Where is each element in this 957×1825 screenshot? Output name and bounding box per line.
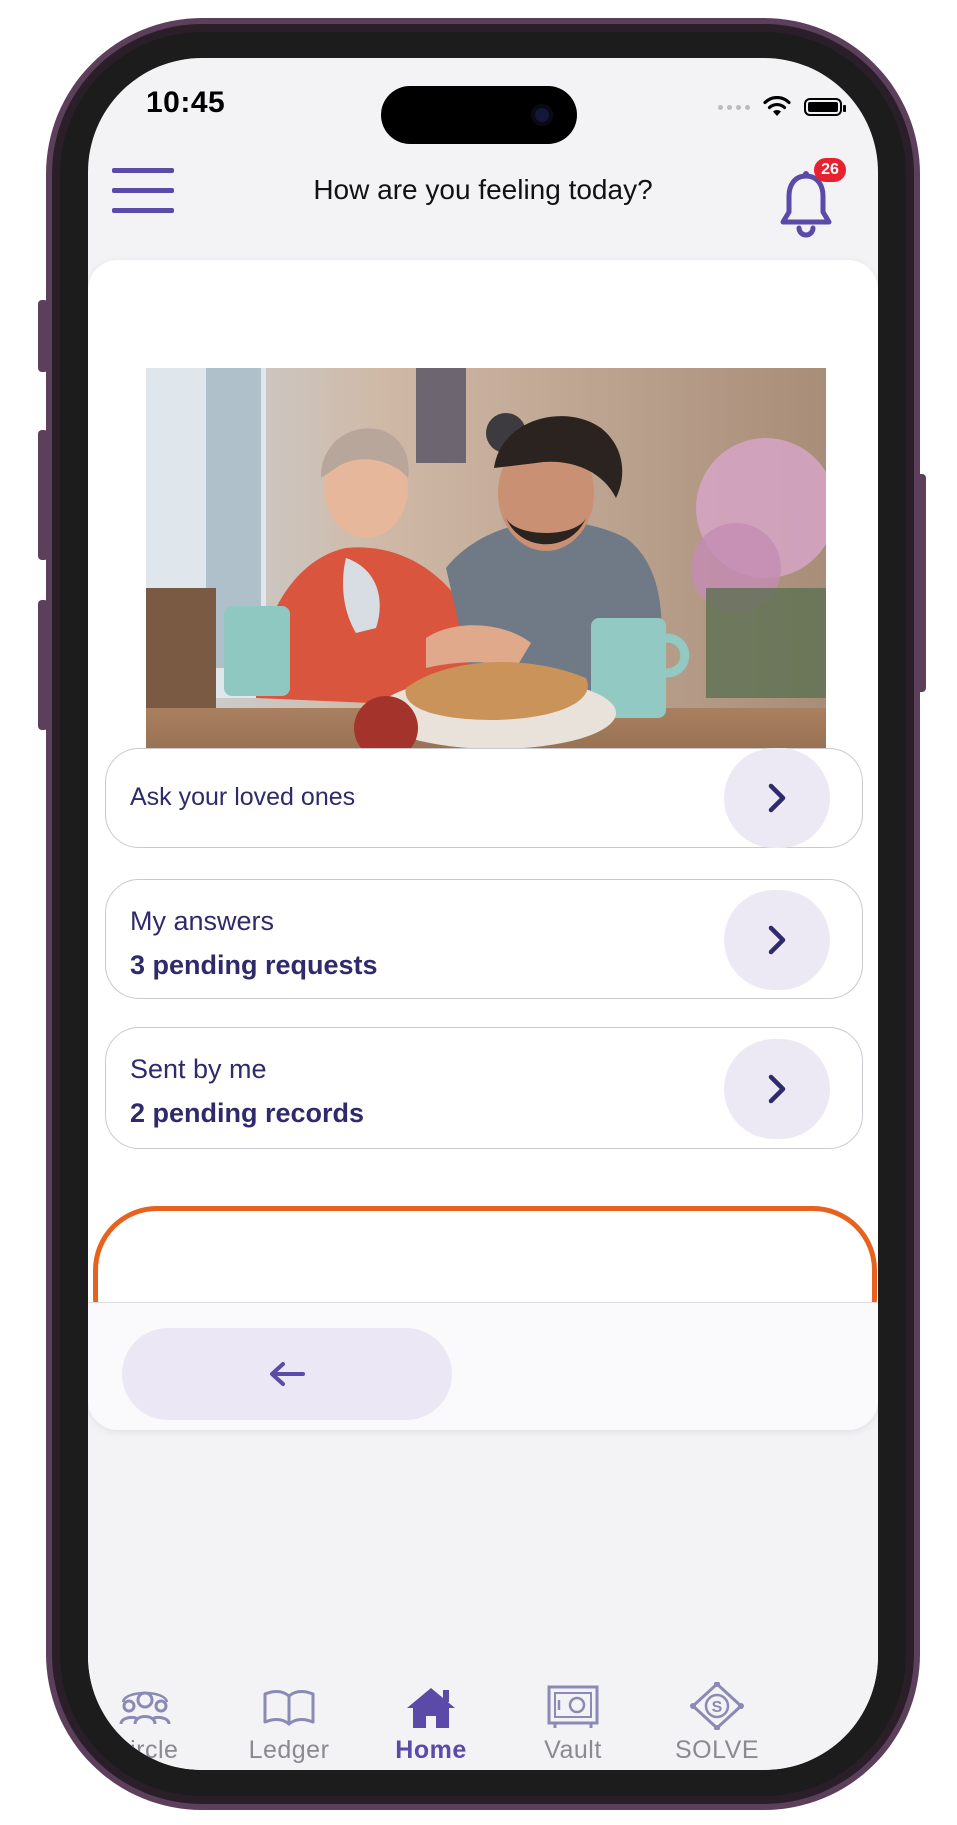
arrow-left-icon	[270, 1362, 305, 1386]
content-card: Ask your loved ones My answers 3 pending…	[88, 260, 878, 1430]
ask-loved-ones-card[interactable]: Ask your loved ones	[105, 748, 863, 848]
chevron-right-icon	[768, 925, 786, 955]
tab-label: Vault	[544, 1736, 602, 1764]
sent-by-me-card[interactable]: Sent by me 2 pending records	[105, 1027, 863, 1149]
action-button	[38, 300, 48, 372]
book-icon	[263, 1690, 315, 1726]
wifi-icon	[763, 96, 791, 116]
volume-down-button	[38, 600, 48, 730]
tab-label: Ledger	[248, 1736, 330, 1764]
power-button	[916, 474, 926, 692]
solve-icon: S	[690, 1682, 744, 1730]
tab-label: Circle	[111, 1736, 179, 1764]
option-subtitle: 2 pending records	[130, 1098, 365, 1128]
home-icon	[407, 1688, 455, 1728]
tab-label: Home	[395, 1736, 467, 1764]
chevron-right-icon	[768, 1074, 786, 1104]
tab-solve[interactable]: S SOLVE	[642, 1682, 792, 1765]
volume-up-button	[38, 430, 48, 560]
bottom-tab-bar: Circle Ledger Home Vault S SOLVE	[88, 1648, 878, 1770]
status-time: 10:45	[146, 86, 226, 119]
battery-icon	[804, 98, 846, 116]
tab-circle[interactable]: Circle	[88, 1686, 220, 1765]
option-subtitle: 3 pending requests	[130, 950, 378, 980]
notification-badge: 26	[814, 158, 846, 182]
circle-people-icon	[119, 1691, 171, 1725]
tab-ledger[interactable]: Ledger	[214, 1686, 364, 1765]
tab-label: SOLVE	[674, 1736, 760, 1764]
signal-dots-icon	[718, 104, 750, 110]
status-indicators	[718, 94, 846, 120]
my-answers-arrow-button[interactable]	[724, 890, 830, 990]
notifications-button[interactable]: 26	[778, 158, 848, 238]
vault-icon	[547, 1685, 599, 1728]
option-title: My answers	[130, 906, 275, 936]
tab-vault[interactable]: Vault	[498, 1684, 648, 1765]
front-camera	[531, 104, 553, 126]
svg-text:S: S	[712, 1699, 723, 1716]
my-answers-card[interactable]: My answers 3 pending requests	[105, 879, 863, 999]
option-title: Ask your loved ones	[130, 783, 356, 811]
back-button[interactable]	[122, 1328, 452, 1420]
phone-screen: 10:45 How are you feeling today? 26 Ask …	[88, 58, 878, 1770]
page-title: How are you feeling today?	[313, 174, 653, 205]
chevron-right-icon	[768, 783, 786, 813]
option-title: Sent by me	[130, 1054, 267, 1084]
sent-by-me-arrow-button[interactable]	[724, 1039, 830, 1139]
tab-home[interactable]: Home	[356, 1686, 506, 1765]
dynamic-island	[381, 86, 577, 144]
ask-loved-ones-arrow-button[interactable]	[724, 748, 830, 848]
